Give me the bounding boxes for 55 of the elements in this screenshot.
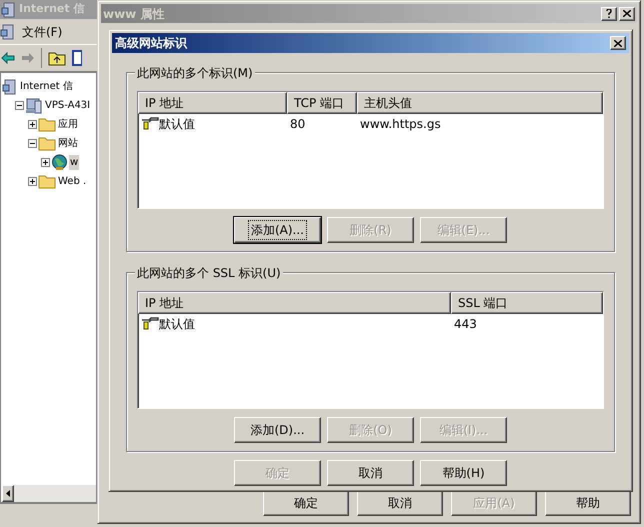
dialog-button[interactable]: 添加(D)... (234, 417, 321, 443)
tree-item[interactable]: w (69, 155, 80, 170)
network-plug-icon (141, 117, 159, 131)
server-stack-icon (1, 2, 17, 18)
dialog-button[interactable]: 确定 (263, 490, 349, 516)
folder-icon (38, 136, 56, 151)
column-header[interactable]: IP 地址 (138, 292, 451, 314)
server-stack-icon (0, 24, 16, 40)
column-header[interactable]: SSL 端口 (451, 292, 603, 314)
back-arrow-icon[interactable] (1, 52, 15, 64)
folder-icon (38, 117, 56, 132)
expand-toggle[interactable] (41, 158, 50, 167)
collapse-toggle[interactable] (15, 101, 24, 110)
window-icon[interactable] (72, 50, 82, 66)
column-header[interactable]: 主机头值 (357, 92, 603, 114)
folder-icon (38, 174, 56, 189)
list-cell[interactable]: 默认值 (159, 315, 195, 333)
close-icon (623, 10, 631, 17)
dialog-button[interactable]: 取消 (327, 460, 414, 486)
column-header[interactable]: IP 地址 (138, 92, 287, 114)
help-button[interactable] (601, 6, 617, 20)
globe-icon (51, 154, 68, 171)
tree-item[interactable]: Internet 信 (19, 79, 74, 94)
group-label: 此网站的多个 SSL 标识(U) (135, 264, 283, 282)
list-cell[interactable]: 默认值 (159, 115, 195, 133)
tree-item[interactable]: 应用 (57, 117, 79, 132)
dialog-button[interactable]: 帮助 (545, 490, 631, 516)
close-button[interactable] (610, 36, 626, 50)
close-button[interactable] (619, 6, 635, 20)
dialog-button[interactable]: 帮助(H) (420, 460, 507, 486)
network-plug-icon (141, 317, 159, 331)
expand-toggle[interactable] (28, 120, 37, 129)
dialog-button[interactable]: 取消 (357, 490, 443, 516)
left-arrow-icon[interactable] (6, 490, 10, 497)
window-title: www 属性 (103, 6, 164, 22)
list-cell-text: www.https.gs (360, 116, 441, 133)
list-cell-text: 443 (454, 316, 477, 333)
expand-toggle[interactable] (28, 177, 37, 186)
help-icon (606, 9, 612, 18)
folder-up-icon[interactable] (48, 50, 66, 66)
tree-item[interactable]: VPS-A43I (44, 98, 92, 113)
tree-item[interactable]: Web . (57, 174, 88, 189)
server-icon (25, 98, 43, 114)
column-header[interactable]: TCP 端口 (287, 92, 357, 114)
close-icon (614, 40, 622, 46)
tree-item[interactable]: 网站 (57, 136, 79, 151)
menu-item[interactable]: 文件(F) (18, 23, 66, 41)
dialog-button[interactable]: 添加(A)... (234, 217, 321, 243)
server-stack-icon (2, 78, 18, 94)
group-label: 此网站的多个标识(M) (135, 64, 255, 82)
window-title: Internet 信 (19, 1, 84, 18)
collapse-toggle[interactable] (28, 139, 37, 148)
list-cell-text: 80 (290, 116, 306, 133)
horizontal-scrollbar[interactable] (2, 485, 96, 502)
window-title: 高级网站标识 (115, 35, 187, 52)
